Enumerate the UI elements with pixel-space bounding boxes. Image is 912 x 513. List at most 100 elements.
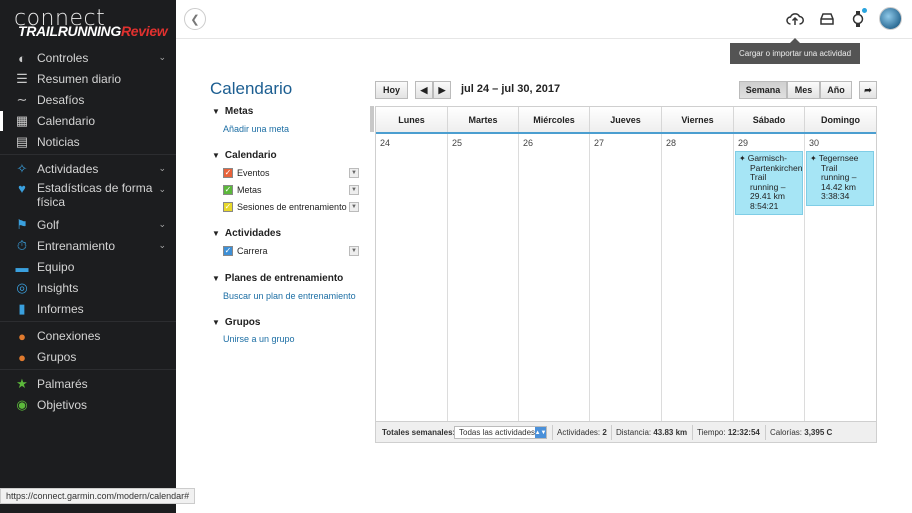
today-button[interactable]: Hoy xyxy=(375,81,408,99)
chevron-down-icon[interactable]: ⌄ xyxy=(158,184,166,195)
sidebar-item-palmares[interactable]: ★ Palmarés xyxy=(0,374,176,394)
sidebar-item-estadisticas[interactable]: ♥ Estadísticas de forma física ⌄ xyxy=(0,180,176,210)
share-button[interactable]: ➦ xyxy=(859,81,877,99)
weekly-totals: Totales semanales: Todas las actividades… xyxy=(376,421,876,442)
section-calendario[interactable]: ▼ Calendario xyxy=(212,150,277,161)
calories-total: Calorías: 3,395 C xyxy=(770,422,832,443)
day-number: 29 xyxy=(738,138,749,148)
activity-event[interactable]: ✦ Tegernsee Trail running –14.42 km 3:38:34 xyxy=(806,151,874,206)
day-number: 25 xyxy=(452,138,463,148)
activity-type-select[interactable]: Todas las actividades ▲▼ xyxy=(454,426,547,439)
find-plan-link[interactable]: Buscar un plan de entrenamiento xyxy=(223,291,356,301)
section-planes-heading: Planes de entrenamiento xyxy=(224,273,344,284)
event-text: Garmisch- xyxy=(747,153,787,163)
view-month-button[interactable]: Mes xyxy=(787,81,820,99)
sidebar-divider xyxy=(0,321,176,322)
filter-checkbox[interactable]: ✓ xyxy=(223,202,233,212)
day-cell[interactable]: 24 xyxy=(376,134,448,421)
sidebar-item-calendario[interactable]: ▦ Calendario xyxy=(0,111,176,131)
group-icon: ● xyxy=(18,349,26,365)
device-tray-icon[interactable] xyxy=(817,9,837,29)
sidebar-item-label: Entrenamiento xyxy=(37,239,116,253)
day-header: Domingo xyxy=(805,107,876,132)
section-metas[interactable]: ▼ Metas xyxy=(212,106,253,117)
back-button[interactable]: ❮ xyxy=(184,8,206,30)
chevron-down-icon[interactable]: ⌄ xyxy=(158,163,166,174)
grid-scroll-handle xyxy=(370,106,374,132)
sidebar-item-conexiones[interactable]: ● Conexiones xyxy=(0,326,176,346)
event-text: 14.42 km xyxy=(821,181,856,192)
filter-checkbox[interactable]: ✓ xyxy=(223,246,233,256)
sidebar-item-noticias[interactable]: ▤ Noticias xyxy=(0,132,176,152)
distance-label: Distancia: xyxy=(616,428,652,437)
arrow-right-icon: ▶ xyxy=(438,84,446,95)
golf-icon: ⚑ xyxy=(16,217,28,232)
next-week-button[interactable]: ▶ xyxy=(433,81,451,99)
collapse-triangle-icon: ▼ xyxy=(212,318,220,327)
sidebar-item-controles[interactable]: ◐ Controles ⌄ xyxy=(0,48,176,68)
arrow-left-icon: ◀ xyxy=(420,84,428,95)
sidebar-item-resumen[interactable]: ☰ Resumen diario xyxy=(0,69,176,89)
trend-icon: ∼ xyxy=(16,92,28,107)
sidebar-item-equipo[interactable]: ▬ Equipo xyxy=(0,257,176,277)
chevron-down-icon[interactable]: ⌄ xyxy=(158,219,166,230)
day-header: Martes xyxy=(448,107,519,132)
calories-label: Calorías: xyxy=(770,428,803,437)
filter-checkbox[interactable]: ✓ xyxy=(223,185,233,195)
filter-label: Carrera xyxy=(237,246,268,256)
watermark-logo: TRAILRUNNINGReview xyxy=(18,23,168,39)
day-cell[interactable]: 26 xyxy=(519,134,590,421)
sidebar-item-desafios[interactable]: ∼ Desafíos xyxy=(0,90,176,110)
day-cell[interactable]: 30 ✦ Tegernsee Trail running –14.42 km 3:38:3… xyxy=(805,134,876,421)
watermark-prefix: TRAILRUNNING xyxy=(18,23,121,39)
sidebar-item-golf[interactable]: ⚑ Golf ⌄ xyxy=(0,215,176,235)
day-cell[interactable]: 29 ✦ Garmisch- Partenkirchen Trail running –2… xyxy=(734,134,805,421)
day-cell[interactable]: 28 xyxy=(662,134,734,421)
sidebar-item-actividades[interactable]: ✧ Actividades ⌄ xyxy=(0,159,176,179)
sidebar-item-label: Desafíos xyxy=(37,93,85,107)
sidebar-item-objetivos[interactable]: ◉ Objetivos xyxy=(0,395,176,415)
sidebar-item-grupos[interactable]: ● Grupos xyxy=(0,347,176,367)
day-cell[interactable]: 27 xyxy=(590,134,662,421)
sidebar-item-informes[interactable]: ▮ Informes xyxy=(0,299,176,319)
event-text: running – xyxy=(750,181,786,192)
day-cell[interactable]: 25 xyxy=(448,134,519,421)
event-text: 3:38:34 xyxy=(821,191,850,201)
dashboard-icon: ◐ xyxy=(18,50,26,66)
day-number: 30 xyxy=(809,138,820,148)
prev-week-button[interactable]: ◀ xyxy=(415,81,433,99)
calendar-filter-row: ✓ Metas ▼ xyxy=(223,184,359,196)
topbar-divider xyxy=(176,38,912,39)
activity-event[interactable]: ✦ Garmisch- Partenkirchen Trail running –29.… xyxy=(735,151,803,215)
filter-menu-button[interactable]: ▼ xyxy=(349,168,359,178)
calendar-icon: ▦ xyxy=(15,113,29,128)
event-text: 29.41 km xyxy=(750,191,785,201)
sidebar-item-label: Calendario xyxy=(37,114,96,128)
add-goal-link[interactable]: Añadir una meta xyxy=(223,124,289,134)
chevron-down-icon[interactable]: ⌄ xyxy=(158,52,166,63)
day-header: Viernes xyxy=(662,107,734,132)
view-year-button[interactable]: Año xyxy=(820,81,852,99)
chevron-down-icon[interactable]: ⌄ xyxy=(158,240,166,251)
section-planes[interactable]: ▼ Planes de entrenamiento xyxy=(212,273,343,284)
activities-label: Actividades: xyxy=(557,428,601,437)
sidebar-item-entrenamiento[interactable]: ⏱ Entrenamiento ⌄ xyxy=(0,236,176,256)
sidebar-item-insights[interactable]: ◎ Insights xyxy=(0,278,176,298)
avatar[interactable] xyxy=(879,7,902,30)
filter-checkbox[interactable]: ✓ xyxy=(223,168,233,178)
day-number: 24 xyxy=(380,138,391,148)
filter-menu-button[interactable]: ▼ xyxy=(349,246,359,256)
upload-cloud-icon[interactable] xyxy=(785,9,805,29)
filter-menu-button[interactable]: ▼ xyxy=(349,185,359,195)
section-grupos[interactable]: ▼ Grupos xyxy=(212,317,260,328)
calories-value: 3,395 C xyxy=(804,428,833,437)
filter-menu-button[interactable]: ▼ xyxy=(349,202,359,212)
shoe-icon: ▬ xyxy=(15,259,29,275)
totals-label: Totales semanales: xyxy=(382,428,456,437)
section-actividades[interactable]: ▼ Actividades xyxy=(212,228,281,239)
join-group-link[interactable]: Unirse a un grupo xyxy=(223,334,295,344)
brand-logo[interactable]: connect TRAILRUNNINGReview xyxy=(14,6,174,40)
layers-icon: ☰ xyxy=(16,71,28,86)
activities-value: 2 xyxy=(602,428,607,437)
view-week-button[interactable]: Semana xyxy=(739,81,787,99)
